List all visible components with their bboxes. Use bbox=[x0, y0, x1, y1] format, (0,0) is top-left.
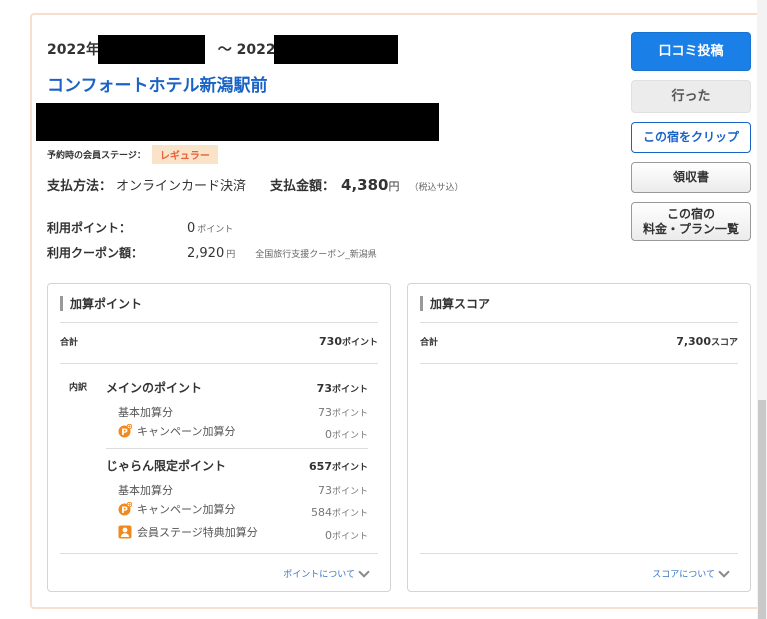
main-base-value: 73 bbox=[317, 406, 332, 419]
main-campaign-label: キャンペーン加算分 bbox=[137, 425, 236, 438]
score-total-value: 7,300 bbox=[676, 335, 711, 348]
member-stage-badge: レギュラー bbox=[151, 144, 218, 164]
date-start: 2022年 bbox=[47, 42, 100, 58]
point-campaign-icon: P bbox=[118, 501, 133, 516]
main-points-unit: ポイント bbox=[331, 385, 368, 395]
main-base-label: 基本加算分 bbox=[118, 406, 173, 419]
score-total-row: 合計 7,300スコア bbox=[420, 330, 738, 349]
plan-list-button[interactable]: この宿の 料金・プラン一覧 bbox=[631, 202, 751, 241]
jalan-points-row: じゃらん限定ポイント 657ポイント bbox=[106, 455, 368, 474]
breakdown-label: 内訳 bbox=[69, 383, 88, 393]
chevron-down-icon bbox=[718, 565, 730, 578]
hotel-name-link[interactable]: コンフォートホテル新潟駅前 bbox=[47, 71, 268, 96]
payment-method: オンラインカード決済 bbox=[116, 179, 247, 194]
jalan-base-value: 73 bbox=[317, 484, 332, 497]
svg-text:P: P bbox=[121, 506, 128, 516]
points-panel-title: 加算ポイント bbox=[60, 294, 142, 312]
payment-info: 支払方法： オンラインカード決済 支払金額： 4,380 円 （税込サ込） bbox=[47, 175, 464, 194]
jalan-stage-unit: ポイント bbox=[331, 532, 368, 542]
jalan-stage-value: 0 bbox=[324, 529, 332, 542]
coupon-unit: 円 bbox=[226, 250, 236, 260]
points-panel-title-text: 加算ポイント bbox=[70, 296, 143, 311]
jalan-campaign-unit: ポイント bbox=[331, 509, 368, 519]
redacted-block bbox=[36, 103, 439, 141]
points-used-unit: ポイント bbox=[197, 225, 234, 235]
clip-hotel-button[interactable]: この宿をクリップ bbox=[631, 122, 751, 153]
coupon-amount: 2,920 bbox=[187, 246, 225, 261]
score-panel: 加算スコア 合計 7,300スコア スコアについて bbox=[407, 283, 751, 592]
redacted-block bbox=[98, 35, 205, 64]
main-points-label: メインのポイント bbox=[106, 381, 203, 395]
score-about-text: スコアについて bbox=[652, 570, 715, 580]
jalan-points-unit: ポイント bbox=[331, 463, 368, 473]
point-campaign-icon: P bbox=[118, 423, 133, 438]
points-used-value: 0 bbox=[187, 221, 196, 236]
score-panel-title: 加算スコア bbox=[420, 294, 490, 312]
points-panel: 加算ポイント 合計 730ポイント 内訳 メインのポイント 73ポイント 基本加… bbox=[47, 283, 391, 592]
coupon-name: 全国旅行支援クーポン_新潟県 bbox=[255, 250, 377, 260]
coupon-row: 利用クーポン額： 2,920 円 全国旅行支援クーポン_新潟県 bbox=[47, 244, 377, 261]
jalan-base-unit: ポイント bbox=[331, 487, 368, 497]
jalan-base-row: 基本加算分 73ポイント bbox=[106, 479, 368, 498]
scrollbar[interactable] bbox=[757, 0, 767, 619]
score-total-unit: スコア bbox=[710, 338, 738, 348]
points-total-label: 合計 bbox=[60, 338, 79, 348]
main-campaign-value: 0 bbox=[324, 428, 332, 441]
jalan-stage-row: 会員ステージ特典加算分 0ポイント bbox=[106, 524, 368, 543]
score-about-link[interactable]: スコアについて bbox=[652, 565, 730, 580]
coupon-label: 利用クーポン額： bbox=[47, 246, 144, 260]
jalan-stage-label: 会員ステージ特典加算分 bbox=[137, 526, 258, 539]
payment-amount: 4,380 bbox=[341, 176, 389, 194]
jalan-campaign-row: P キャンペーン加算分 584ポイント bbox=[106, 501, 368, 520]
points-about-text: ポイントについて bbox=[283, 570, 355, 580]
member-stage: 予約時の会員ステージ： レギュラー bbox=[47, 144, 218, 164]
payment-method-label: 支払方法： bbox=[47, 179, 113, 194]
main-campaign-unit: ポイント bbox=[331, 431, 368, 441]
jalan-points-label: じゃらん限定ポイント bbox=[106, 459, 227, 473]
main-points-value: 73 bbox=[316, 382, 332, 395]
main-points-row: メインのポイント 73ポイント bbox=[106, 377, 368, 396]
svg-text:P: P bbox=[121, 428, 128, 438]
jalan-campaign-label: キャンペーン加算分 bbox=[137, 503, 236, 516]
points-total-unit: ポイント bbox=[341, 338, 378, 348]
plan-button-line2: 料金・プラン一覧 bbox=[642, 221, 739, 236]
score-total-label: 合計 bbox=[420, 338, 439, 348]
receipt-button[interactable]: 領収書 bbox=[631, 162, 751, 193]
points-about-link[interactable]: ポイントについて bbox=[283, 565, 370, 580]
main-base-row: 基本加算分 73ポイント bbox=[106, 401, 368, 420]
payment-unit: 円 bbox=[388, 180, 400, 193]
review-button[interactable]: 口コミ投稿 bbox=[631, 32, 751, 71]
chevron-down-icon bbox=[358, 565, 370, 578]
member-stage-label: 予約時の会員ステージ： bbox=[47, 150, 146, 161]
plan-button-line1: この宿の bbox=[666, 206, 715, 221]
points-total-row: 合計 730ポイント bbox=[60, 330, 378, 349]
scrollbar-thumb[interactable] bbox=[758, 400, 766, 619]
payment-amount-label: 支払金額： bbox=[270, 179, 336, 194]
jalan-base-label: 基本加算分 bbox=[118, 484, 173, 497]
points-used-label: 利用ポイント： bbox=[47, 221, 132, 235]
redacted-block bbox=[274, 35, 398, 64]
tax-note: （税込サ込） bbox=[409, 183, 464, 193]
points-used-row: 利用ポイント： 0 ポイント bbox=[47, 219, 233, 236]
jalan-campaign-value: 584 bbox=[310, 506, 332, 519]
member-stage-icon bbox=[118, 525, 132, 539]
main-base-unit: ポイント bbox=[331, 409, 368, 419]
main-campaign-row: P キャンペーン加算分 0ポイント bbox=[106, 423, 368, 442]
score-panel-title-text: 加算スコア bbox=[430, 296, 491, 311]
visited-button[interactable]: 行った bbox=[631, 80, 751, 113]
points-total-value: 730 bbox=[319, 335, 342, 348]
jalan-points-value: 657 bbox=[309, 460, 332, 473]
